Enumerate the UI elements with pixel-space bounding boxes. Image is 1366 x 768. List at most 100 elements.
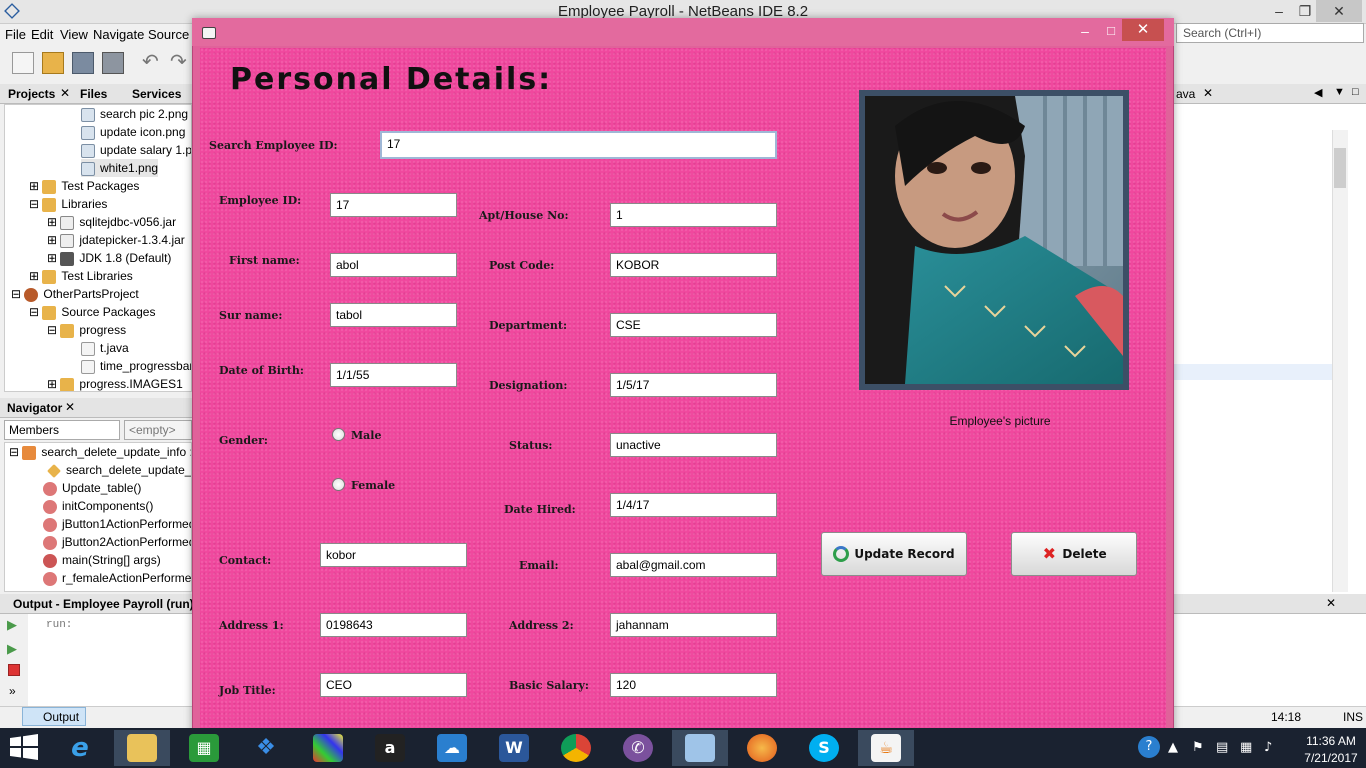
job-title-field[interactable]: CEO [320, 673, 467, 697]
editor-tab[interactable]: ava [1176, 87, 1195, 101]
help-icon[interactable]: ? [1138, 736, 1160, 758]
post-code-field[interactable]: KOBOR [610, 253, 777, 277]
taskbar-virtualbox[interactable] [672, 730, 728, 766]
close-icon[interactable]: ✕ [1326, 596, 1336, 610]
female-radio[interactable] [332, 478, 345, 491]
ide-close-button[interactable]: ✕ [1316, 0, 1362, 22]
search-employee-input[interactable]: 17 [380, 131, 777, 159]
taskbar-skype[interactable]: S [796, 730, 852, 766]
address1-field[interactable]: 0198643 [320, 613, 467, 637]
taskbar-viber[interactable]: ✆ [610, 730, 666, 766]
nav-item[interactable]: initComponents() [43, 497, 153, 515]
nav-item[interactable]: jButton2ActionPerformed( [43, 533, 191, 551]
nav-item[interactable]: main(String[] args) [43, 551, 161, 569]
save-all-icon[interactable] [102, 52, 124, 74]
menu-view[interactable]: View [60, 27, 88, 42]
undo-icon[interactable]: ↶ [142, 52, 164, 74]
nav-item[interactable]: r_femaleActionPerformed( [43, 569, 191, 587]
menu-edit[interactable]: Edit [31, 27, 53, 42]
update-record-button[interactable]: Update Record [821, 532, 967, 576]
clock-date[interactable]: 7/21/2017 [1296, 751, 1366, 765]
department-field[interactable]: CSE [610, 313, 777, 337]
tree-item[interactable]: ⊞ Test Libraries [29, 267, 133, 285]
taskbar-onedrive[interactable]: ☁ [424, 730, 480, 766]
tab-scroll-right-icon[interactable]: ▼ [1334, 86, 1345, 98]
address2-field[interactable]: jahannam [610, 613, 777, 637]
tree-item[interactable]: ⊟ OtherPartsProject [11, 285, 139, 303]
menu-navigate[interactable]: Navigate [93, 27, 144, 42]
tree-item[interactable]: t.java [81, 339, 129, 357]
designation-field[interactable]: 1/5/17 [610, 373, 777, 397]
nav-item[interactable]: search_delete_update_inf [47, 461, 191, 479]
sur-name-field[interactable]: tabol [330, 303, 457, 327]
menu-file[interactable]: File [5, 27, 26, 42]
taskbar-paint[interactable] [300, 730, 356, 766]
taskbar-firefox[interactable] [734, 730, 790, 766]
start-button[interactable] [10, 734, 40, 762]
apt-field[interactable]: 1 [610, 203, 777, 227]
tree-item[interactable]: ⊞ progress.IMAGES1 [47, 375, 183, 391]
editor-scrollbar-thumb[interactable] [1334, 148, 1346, 188]
tree-item[interactable]: update icon.png [81, 123, 185, 141]
taskbar-java[interactable]: ☕ [858, 730, 914, 766]
tree-item[interactable]: ⊞ JDK 1.8 (Default) [47, 249, 171, 267]
tab-files[interactable]: Files [80, 87, 107, 101]
rerun-with-params-icon[interactable]: ▶ [7, 641, 17, 657]
flag-icon[interactable]: ⚑ [1192, 740, 1204, 755]
menu-source[interactable]: Source [148, 27, 189, 42]
taskbar-store[interactable]: ▦ [176, 730, 232, 766]
stop-icon[interactable] [8, 664, 20, 676]
taskbar-explorer[interactable] [114, 730, 170, 766]
nav-item[interactable]: ⊟ search_delete_update_info :: [9, 443, 191, 461]
tree-item[interactable]: update salary 1.pn [81, 141, 191, 159]
tab-output[interactable]: Output - Employee Payroll (run) [13, 597, 194, 611]
tab-navigator[interactable]: Navigator [7, 401, 62, 415]
close-icon[interactable]: ✕ [1203, 86, 1213, 100]
dob-field[interactable]: 1/1/55 [330, 363, 457, 387]
male-radio[interactable] [332, 428, 345, 441]
rerun-icon[interactable]: ▶ [7, 617, 17, 633]
taskbar-dropbox[interactable]: ❖ [238, 730, 294, 766]
redo-icon[interactable]: ↷ [170, 52, 192, 74]
network-icon[interactable]: ▤ [1216, 740, 1228, 755]
tree-item[interactable]: ⊟ Libraries [29, 195, 107, 213]
signal-icon[interactable]: ▦ [1240, 740, 1252, 755]
tab-services[interactable]: Services [132, 87, 181, 101]
tree-item[interactable]: ⊟ progress [47, 321, 126, 339]
tree-item[interactable]: ⊞ sqlitejdbc-v056.jar [47, 213, 176, 231]
taskbar-word[interactable]: W [486, 730, 542, 766]
close-icon[interactable]: ✕ [65, 400, 75, 414]
editor-scrollbar[interactable] [1332, 130, 1348, 592]
tab-scroll-left-icon[interactable]: ◀ [1314, 86, 1322, 99]
open-project-icon[interactable] [72, 52, 94, 74]
tree-item[interactable]: ⊞ Test Packages [29, 177, 139, 195]
close-icon[interactable]: ✕ [60, 86, 70, 100]
tray-expand-icon[interactable]: ▲ [1168, 740, 1178, 755]
tab-projects[interactable]: Projects [8, 87, 55, 101]
taskbar-chrome[interactable] [548, 730, 604, 766]
tree-item[interactable]: time_progressbar. [81, 357, 191, 375]
maximize-window-icon[interactable]: □ [1352, 86, 1359, 98]
volume-icon[interactable]: ♪ [1264, 740, 1272, 755]
members-select[interactable]: Members [4, 420, 120, 440]
nav-item[interactable]: jButton1ActionPerformed( [43, 515, 191, 533]
contact-field[interactable]: kobor [320, 543, 467, 567]
tree-item[interactable]: search pic 2.png [81, 105, 188, 123]
taskbar-ie[interactable]: e [52, 730, 108, 766]
ide-search-input[interactable]: Search (Ctrl+I) [1176, 23, 1364, 43]
first-name-field[interactable]: abol [330, 253, 457, 277]
status-field[interactable]: unactive [610, 433, 777, 457]
employee-id-field[interactable]: 17 [330, 193, 457, 217]
new-project-icon[interactable] [42, 52, 64, 74]
basic-salary-field[interactable]: 120 [610, 673, 777, 697]
taskbar-amazon[interactable]: a [362, 730, 418, 766]
tree-item[interactable]: ⊞ jdatepicker-1.3.4.jar [47, 231, 185, 249]
output-window-button[interactable]: Output [22, 707, 86, 726]
clock-time[interactable]: 11:36 AM [1296, 734, 1366, 748]
app-close-button[interactable]: ✕ [1122, 19, 1164, 41]
new-file-icon[interactable] [12, 52, 34, 74]
tree-item[interactable]: white1.png [81, 159, 159, 177]
email-field[interactable]: abal@gmail.com [610, 553, 777, 577]
date-hired-field[interactable]: 1/4/17 [610, 493, 777, 517]
filter-select[interactable]: <empty> [124, 420, 192, 440]
